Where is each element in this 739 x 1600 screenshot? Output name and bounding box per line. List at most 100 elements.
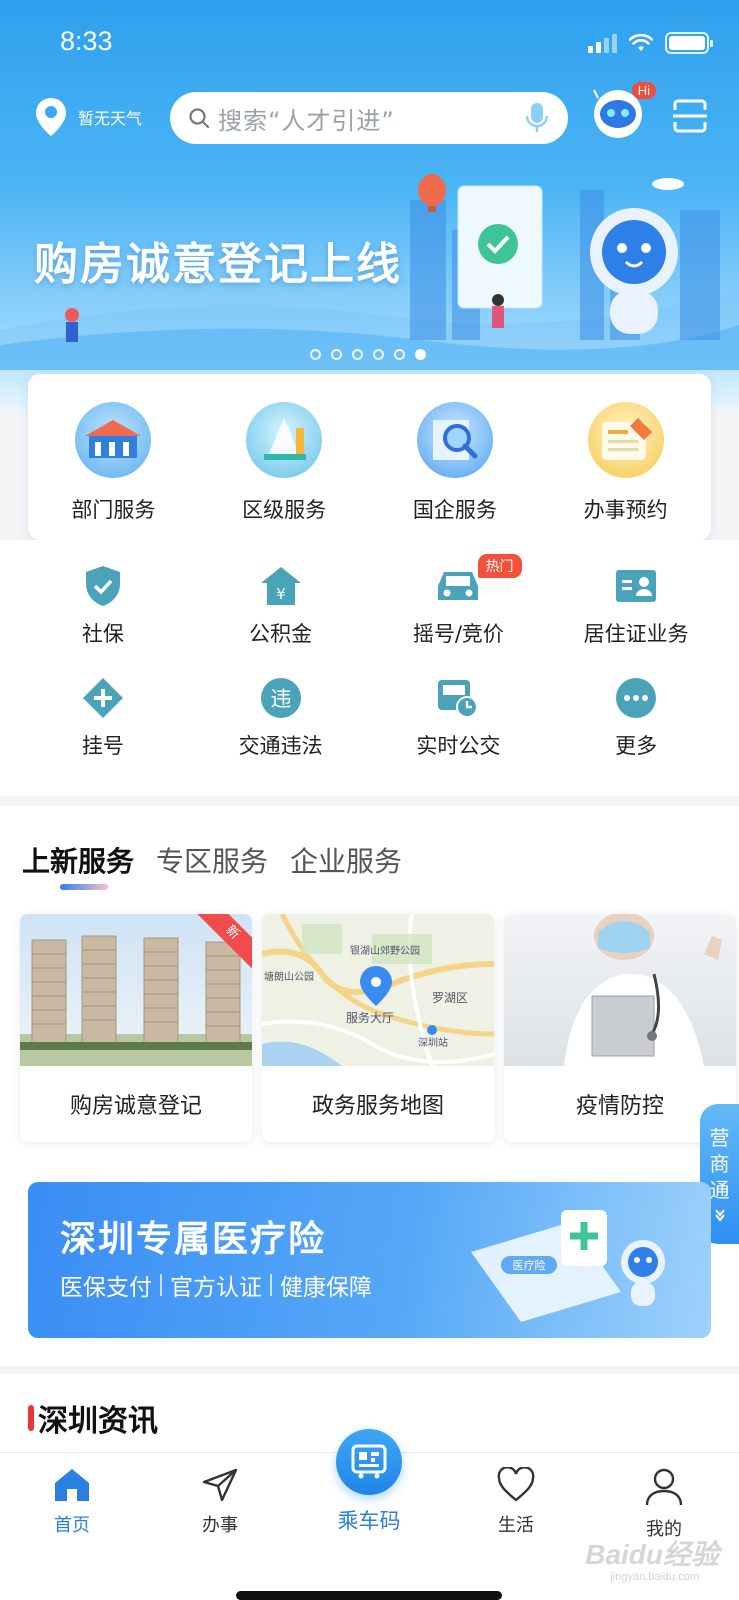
hot-badge: 热门 xyxy=(477,554,522,578)
side-tab-char: 营 xyxy=(709,1126,730,1150)
main-service-label: 办事预约 xyxy=(583,498,668,522)
battery-icon xyxy=(665,32,713,54)
feature-card-housing[interactable]: 新 购房诚意登记 xyxy=(20,914,252,1142)
bottom-navigation: 首页 办事 乘车码 生活 我的 Baidu经验 jingyan.baidu.co… xyxy=(0,1429,739,1600)
nav-home[interactable]: 首页 xyxy=(22,1467,122,1537)
status-time: 8:33 xyxy=(60,26,113,56)
house-fund-icon: ¥ xyxy=(259,564,303,608)
feature-card-label: 政务服务地图 xyxy=(311,1094,444,1119)
pagination-dot xyxy=(331,349,342,360)
watermark: Baidu经验 xyxy=(585,1539,719,1570)
tab-new-services[interactable]: 上新服务 xyxy=(22,840,134,880)
nav-label: 首页 xyxy=(54,1515,90,1536)
banner-title: 购房诚意登记上线 xyxy=(34,239,402,290)
violation-icon: 违 xyxy=(259,676,303,720)
nav-label-bus-code[interactable]: 乘车码 xyxy=(320,1505,418,1535)
insurance-title: 深圳专属医疗险 xyxy=(60,1219,327,1260)
service-social-security[interactable]: 社保 xyxy=(14,564,192,648)
district-icon xyxy=(246,402,323,478)
main-service-soe[interactable]: 国企服务 xyxy=(380,402,530,524)
user-icon xyxy=(645,1468,683,1506)
main-service-label: 部门服务 xyxy=(71,498,156,522)
divider xyxy=(160,1274,162,1296)
service-label: 公积金 xyxy=(249,622,313,646)
nav-services[interactable]: 办事 xyxy=(170,1467,270,1537)
side-tab-char: 通 xyxy=(709,1178,730,1202)
watermark-url: jingyan.baidu.com xyxy=(610,1571,699,1583)
svg-text:¥: ¥ xyxy=(276,585,286,603)
search-input[interactable]: 搜索“人才引进” xyxy=(170,92,568,144)
feature-card-service-map[interactable]: 银湖山郊野公园 塘朗山公园 罗湖区 服务大厅 深圳站 政务服务地图 xyxy=(262,914,494,1142)
double-chevron-icon xyxy=(714,1209,725,1222)
doctor-image xyxy=(504,914,736,1066)
section-tabs: 上新服务 专区服务 企业服务 xyxy=(22,840,402,880)
feature-card-epidemic[interactable]: 疫情防控 xyxy=(504,914,736,1142)
hi-badge: Hi xyxy=(631,82,656,99)
service-label: 交通违法 xyxy=(238,734,323,758)
home-indicator[interactable] xyxy=(236,1591,502,1600)
insurance-card-text: 医疗险 xyxy=(513,1258,546,1272)
heart-icon xyxy=(497,1467,535,1502)
news-title-text: 深圳资讯 xyxy=(38,1404,158,1439)
search-icon xyxy=(189,108,210,129)
service-label: 社保 xyxy=(81,622,124,646)
tab-enterprise-services[interactable]: 企业服务 xyxy=(290,840,402,880)
service-more[interactable]: 更多 xyxy=(547,676,725,760)
map-label: 银湖山郊野公园 xyxy=(350,944,420,957)
main-service-label: 国企服务 xyxy=(412,498,497,522)
tab-zone-services[interactable]: 专区服务 xyxy=(156,840,268,880)
soe-icon xyxy=(416,402,493,478)
service-label: 居住证业务 xyxy=(583,622,689,646)
service-traffic-violation[interactable]: 违 交通违法 xyxy=(192,676,370,760)
map-label: 服务大厅 xyxy=(346,1010,394,1025)
top-bar: 暂无天气 搜索“人才引进” Hi xyxy=(0,82,739,148)
insurance-feature: 健康保障 xyxy=(280,1275,372,1301)
quick-services: 社保 ¥ 公积金 摇号/竞价 热门 居住证业务 挂号 违 交通违法 实时公交 更… xyxy=(0,540,739,796)
nav-label: 生活 xyxy=(498,1515,534,1536)
qr-bus-icon xyxy=(351,1444,387,1479)
main-service-department[interactable]: 部门服务 xyxy=(38,402,188,524)
nav-profile[interactable]: 我的 xyxy=(614,1467,714,1541)
status-bar: 8:33 xyxy=(0,0,739,88)
news-title: 深圳资讯 xyxy=(28,1396,158,1440)
main-service-appointment[interactable]: 办事预约 xyxy=(551,402,701,524)
map-label: 罗湖区 xyxy=(432,990,468,1005)
assistant-robot-button[interactable]: Hi xyxy=(590,82,656,142)
location-weather[interactable]: 暂无天气 xyxy=(34,96,142,138)
service-label: 摇号/竞价 xyxy=(412,622,504,646)
plus-icon xyxy=(81,676,125,720)
main-services-card: 部门服务 区级服务 国企服务 办事预约 xyxy=(28,374,711,540)
medical-insurance-banner[interactable]: 深圳专属医疗险 医保支付 官方认证 健康保障 医疗险 xyxy=(28,1182,711,1338)
weather-text: 暂无天气 xyxy=(78,109,143,128)
service-realtime-bus[interactable]: 实时公交 xyxy=(370,676,548,760)
pagination-dot xyxy=(373,349,384,360)
car-icon xyxy=(436,564,480,608)
location-pin-icon xyxy=(36,98,66,136)
department-icon xyxy=(75,402,152,478)
housing-image: 新 xyxy=(20,914,252,1066)
service-housing-fund[interactable]: ¥ 公积金 xyxy=(192,564,370,648)
main-service-label: 区级服务 xyxy=(242,498,327,522)
hero-banner[interactable]: 8:33 暂无天气 搜索“人才引进” Hi 购房诚意登记上线 xyxy=(0,0,739,410)
divider xyxy=(270,1274,272,1296)
main-service-district[interactable]: 区级服务 xyxy=(209,402,359,524)
send-icon xyxy=(202,1468,238,1502)
service-registration[interactable]: 挂号 xyxy=(14,676,192,760)
appointment-icon xyxy=(587,402,664,478)
service-residence-permit[interactable]: 居住证业务 xyxy=(547,564,725,648)
side-tab-char: 商 xyxy=(709,1152,730,1176)
violation-glyph: 违 xyxy=(270,687,291,711)
map-label: 深圳站 xyxy=(418,1036,448,1049)
scan-icon[interactable] xyxy=(672,98,708,134)
map-label: 塘朗山公园 xyxy=(264,970,314,983)
microphone-icon[interactable] xyxy=(524,101,550,135)
pagination-dot xyxy=(310,349,321,360)
wifi-icon xyxy=(629,33,653,51)
pagination-dot xyxy=(394,349,405,360)
nav-life[interactable]: 生活 xyxy=(466,1467,566,1537)
service-lottery[interactable]: 摇号/竞价 热门 xyxy=(370,554,548,648)
nav-bus-code[interactable] xyxy=(336,1429,402,1495)
service-label: 更多 xyxy=(615,734,658,758)
insurance-subtitle: 医保支付 官方认证 健康保障 xyxy=(60,1268,372,1302)
service-label: 挂号 xyxy=(81,734,124,758)
